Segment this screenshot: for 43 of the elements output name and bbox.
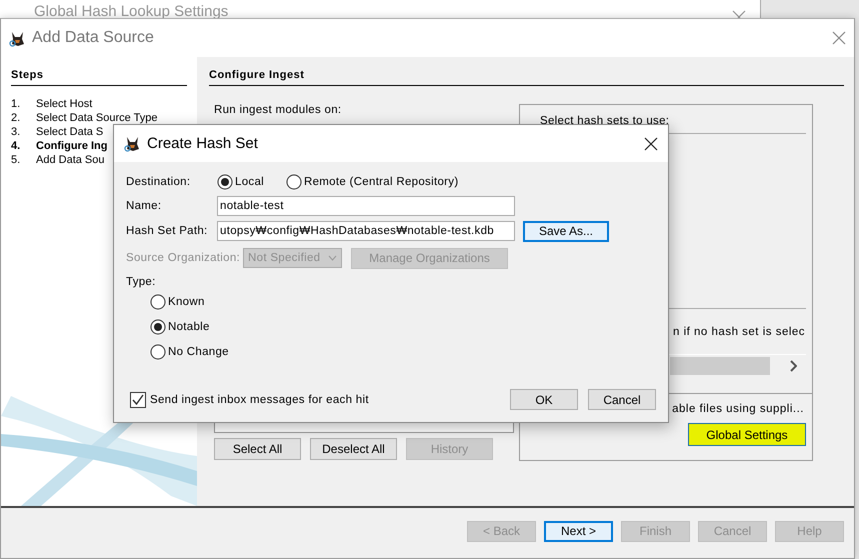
organization-label: Source Organization: xyxy=(126,252,240,264)
destination-label: Destination: xyxy=(126,176,192,188)
dialog-button[interactable]: Cancel xyxy=(588,389,656,410)
name-field[interactable]: notable-test xyxy=(217,196,515,216)
destination-option-label: Local xyxy=(235,176,264,188)
checkbox-label: Send ingest inbox messages for each hit xyxy=(150,394,369,406)
destination-option-label: Remote (Central Repository) xyxy=(304,176,458,188)
hash-description: able files using suppli... xyxy=(672,403,804,415)
radio-button[interactable] xyxy=(286,174,302,190)
step-item: 5. Add Data Sou xyxy=(11,153,104,167)
type-label: Type: xyxy=(126,276,157,288)
path-field[interactable]: utopsy₩config₩HashDatabases₩notable-test.kdb xyxy=(217,221,515,241)
radio-button[interactable] xyxy=(150,319,166,335)
dialog-title: Create Hash Set xyxy=(147,135,259,152)
radio-button[interactable] xyxy=(150,294,166,310)
type-option-label: Notable xyxy=(168,321,210,333)
step-item: 4. Configure Ing xyxy=(11,139,108,153)
dialog-button[interactable]: OK xyxy=(510,389,578,410)
module-button[interactable]: Deselect All xyxy=(310,438,397,460)
type-option-label: No Change xyxy=(168,346,229,358)
chevron-down-icon xyxy=(328,255,338,261)
nav-button[interactable]: Next > xyxy=(544,520,613,542)
save-as-button[interactable]: Save As... xyxy=(523,220,609,242)
steps-heading: Steps xyxy=(11,69,187,86)
section-heading: Configure Ingest xyxy=(209,69,844,86)
name-label: Name: xyxy=(126,200,162,212)
scrollbar-thumb[interactable] xyxy=(670,356,770,374)
module-button[interactable]: Select All xyxy=(214,438,301,460)
step-item: 2. Select Data Source Type xyxy=(11,111,158,125)
type-option-label: Known xyxy=(168,296,205,308)
step-item: 1. Select Host xyxy=(11,97,92,111)
global-settings-button[interactable]: Global Settings xyxy=(688,423,806,446)
radio-button[interactable] xyxy=(217,174,233,190)
window-title: Add Data Source xyxy=(32,29,155,47)
inbox-checkbox[interactable] xyxy=(130,392,146,408)
app-icon xyxy=(9,30,26,46)
run-on-label: Run ingest modules on: xyxy=(214,104,342,118)
close-icon[interactable] xyxy=(644,136,658,150)
window-title: Global Hash Lookup Settings xyxy=(34,3,228,20)
step-item: 3. Select Data S xyxy=(11,125,104,139)
app-icon xyxy=(124,135,141,152)
radio-button[interactable] xyxy=(150,344,166,360)
path-label: Hash Set Path: xyxy=(126,225,209,237)
